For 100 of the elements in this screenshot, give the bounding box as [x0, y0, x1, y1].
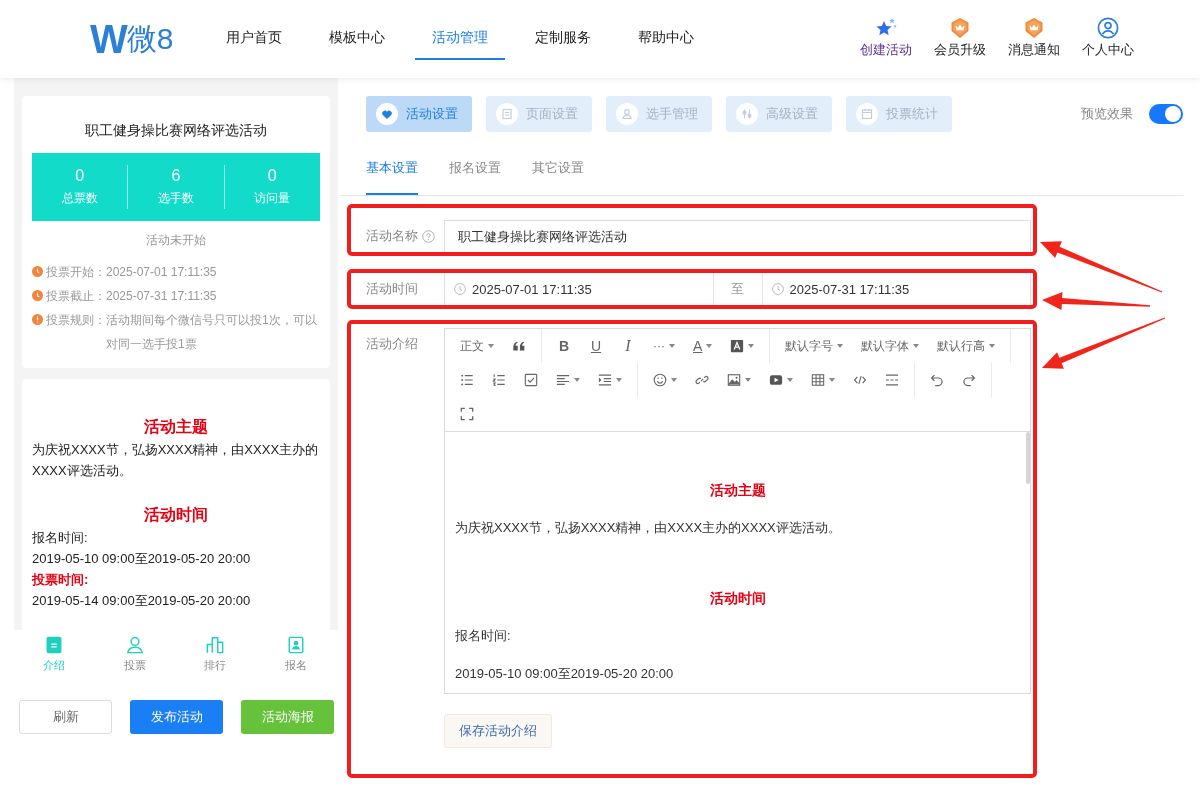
calendar-icon: [856, 103, 878, 125]
header-link[interactable]: 个人中心: [1082, 42, 1134, 58]
format-dropdown[interactable]: 默认字体: [852, 332, 929, 360]
body-text: 报名时间:: [32, 529, 89, 547]
person-icon: [616, 103, 638, 125]
preview-tab[interactable]: 报名: [284, 658, 307, 672]
header-link[interactable]: 会员升级: [934, 42, 986, 58]
link-icon: [695, 373, 709, 387]
info-label: 投票截止：: [46, 288, 106, 305]
activity-title: 职工健身操比赛网络评选活动: [84, 121, 268, 140]
emoji-icon: [653, 373, 667, 387]
field-label: 活动时间: [366, 280, 418, 298]
range-separator: 至: [712, 273, 763, 305]
clock-icon: [454, 283, 466, 295]
highlight-icon: [730, 339, 745, 353]
preview-tab[interactable]: 投票: [123, 658, 146, 672]
clock-icon: [32, 290, 43, 301]
clock-icon: [32, 266, 43, 277]
name-input[interactable]: 职工健身操比赛网络评选活动: [444, 220, 1031, 252]
format-dropdown[interactable]: 默认行高: [928, 332, 1005, 360]
person-icon[interactable]: [125, 636, 144, 654]
settings-tab[interactable]: 报名设置: [449, 142, 501, 195]
help-icon[interactable]: [422, 229, 435, 243]
document-icon[interactable]: [45, 636, 64, 654]
page-icon: [496, 103, 518, 125]
sliders-icon: [736, 103, 758, 125]
crown-badge-icon[interactable]: [1023, 17, 1045, 39]
table-icon: [811, 373, 825, 387]
bar-chart-icon[interactable]: [206, 636, 225, 654]
logo-text[interactable]: 微8: [126, 19, 174, 59]
stat-value: 0: [75, 166, 85, 186]
logo-mark[interactable]: W: [90, 17, 126, 61]
settings-tab[interactable]: 基本设置: [366, 142, 418, 195]
nav-tab[interactable]: 定制服务: [518, 0, 609, 60]
fullscreen-icon: [460, 407, 474, 421]
indent-icon: [598, 373, 612, 387]
settings-tab[interactable]: 其它设置: [532, 142, 584, 195]
italic-button[interactable]: I: [612, 332, 644, 360]
header-link[interactable]: 创建活动: [860, 42, 912, 58]
activity-status: 活动未开始: [145, 232, 207, 249]
redo-icon: [962, 373, 976, 387]
nav-tab[interactable]: 帮助中心: [621, 0, 712, 60]
preview-tab[interactable]: 排行: [204, 658, 227, 672]
font-color-dropdown[interactable]: A: [684, 332, 722, 360]
image-icon: [727, 373, 741, 387]
info-value: 2025-07-01 17:11:35: [106, 264, 218, 281]
publish-button[interactable]: 发布活动: [130, 700, 223, 734]
format-dropdown[interactable]: 默认字号: [776, 332, 853, 360]
info-label: 投票开始：: [46, 264, 106, 281]
body-text: 报名时间:: [455, 627, 512, 645]
field-label: 活动介绍: [366, 335, 418, 353]
user-icon[interactable]: [1097, 17, 1119, 39]
section-heading: 活动主题: [708, 481, 767, 500]
nav-tab[interactable]: 活动管理: [415, 0, 506, 60]
preview-toggle[interactable]: [1149, 104, 1183, 124]
format-dropdown[interactable]: 正文: [451, 332, 503, 360]
stat-label: 选手数: [158, 190, 194, 207]
highlighted-label: 投票时间:: [32, 571, 90, 589]
crown-badge-icon[interactable]: [949, 17, 971, 39]
info-value: 活动期间每个微信号只可以投1次，可以对同一选手投1票: [106, 312, 318, 353]
header-link[interactable]: 消息通知: [1008, 42, 1060, 58]
date-range-field[interactable]: 2025-07-01 17:11:35 至 2025-07-31 17:11:35: [444, 273, 1031, 305]
section-heading: 活动时间: [143, 505, 209, 525]
quote-icon: [512, 339, 526, 353]
field-label: 活动名称: [366, 227, 418, 245]
body-text: 为庆祝XXXX节，弘扬XXXX精神，由XXXX主办的XXXX评选活动。: [455, 519, 842, 537]
alert-icon: [32, 314, 43, 325]
bullet-list-icon: [460, 373, 474, 387]
info-label: 投票规则：: [46, 312, 106, 329]
refresh-button[interactable]: 刷新: [19, 700, 112, 734]
info-value: 2025-07-31 17:11:35: [106, 288, 218, 305]
numbered-list-icon: [492, 373, 506, 387]
start-date-input[interactable]: 2025-07-01 17:11:35: [472, 281, 592, 297]
stat-value: 6: [171, 166, 181, 186]
stat-value: 0: [267, 166, 277, 186]
body-text: 2019-05-10 09:00至2019-05-20 20:00: [32, 550, 252, 568]
end-date-input[interactable]: 2025-07-31 17:11:35: [789, 281, 910, 297]
divider-icon: [885, 373, 899, 387]
code-icon: [853, 373, 867, 387]
undo-icon: [930, 373, 944, 387]
underline-button[interactable]: U: [580, 332, 612, 360]
body-text: 2019-05-10 09:00至2019-05-20 20:00: [455, 665, 675, 683]
preview-toggle-label: 预览效果: [1081, 105, 1133, 123]
scrollbar-thumb[interactable]: [1026, 432, 1030, 484]
section-heading: 活动时间: [708, 589, 767, 608]
body-text: 为庆祝XXXX节，弘扬XXXX精神，由XXXX主办的XXXX评选活动。: [32, 441, 320, 480]
clock-icon: [771, 283, 784, 295]
stat-label: 访问量: [254, 190, 291, 207]
editor-text-area[interactable]: 活动主题 为庆祝XXXX节，弘扬XXXX精神，由XXXX主办的XXXX评选活动。 活动时间 报名时间: 2019-05-10 09:00至2019-05-20 20:00: [445, 432, 1030, 693]
checklist-icon: [524, 373, 538, 387]
format-dropdown[interactable]: ···: [644, 332, 684, 360]
save-intro-button[interactable]: 保存活动介绍: [444, 714, 552, 748]
stat-label: 总票数: [61, 190, 98, 207]
bold-button[interactable]: B: [548, 332, 580, 360]
body-text: 2019-05-14 09:00至2019-05-20 20:00: [32, 592, 252, 610]
video-icon: [769, 373, 783, 387]
nav-tab[interactable]: 用户首页: [209, 0, 300, 60]
contact-card-icon[interactable]: [286, 636, 305, 654]
nav-tab[interactable]: 模板中心: [312, 0, 403, 60]
section-heading: 活动主题: [143, 417, 209, 437]
